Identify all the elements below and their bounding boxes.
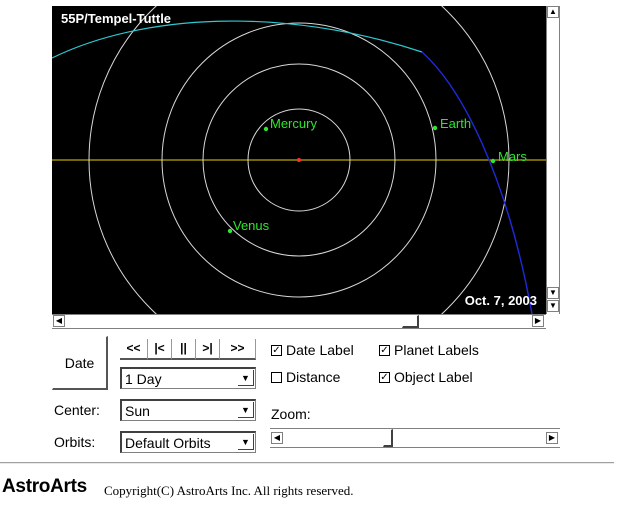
object-label-checkbox-label: Object Label [394,369,473,385]
planet-label-earth: Earth [440,116,472,131]
zoom-slider-thumb[interactable] [383,429,393,447]
earth-dot [432,125,438,131]
object-title: 55P/Tempel-Tuttle [61,11,172,26]
mars-dot [490,158,496,164]
zoom-label: Zoom: [271,406,311,422]
date-label: Oct. 7, 2003 [464,293,537,308]
checkbox-unchecked-icon[interactable] [271,371,282,383]
footer-divider [0,462,614,464]
orbits-select[interactable]: Default Orbits ▼ [120,431,256,453]
step-forward-button[interactable]: >| [196,339,220,360]
checkbox-checked-icon[interactable]: ✓ [379,344,390,356]
zoom-slider[interactable]: ◀ ▶ [270,428,560,448]
center-select-value: Sun [125,403,150,419]
orbits-label: Orbits: [54,434,96,450]
comet-orbit-near [421,51,533,314]
pause-button[interactable]: || [172,339,196,360]
forward-fast-button[interactable]: >> [220,339,256,360]
rewind-fast-button[interactable]: << [120,339,148,360]
sun-marker [297,158,301,162]
orbit-diagram [52,6,546,314]
astroarts-logo: AstroArts [2,476,87,497]
distance-checkbox-label: Distance [286,369,341,385]
zoom-right-arrow-icon[interactable]: ▶ [546,432,558,444]
orbits-select-value: Default Orbits [125,435,211,451]
vertical-scrollbar[interactable]: ▲ ▼ ▼ [546,6,560,314]
venus-dot [227,228,233,234]
orbit-view[interactable]: 55P/Tempel-Tuttle Mercury Earth Mars Ven… [52,6,546,314]
scroll-left-arrow-icon[interactable]: ◀ [53,315,65,327]
object-label-checkbox[interactable]: ✓ Object Label [379,369,473,385]
step-back-button[interactable]: |< [148,339,172,360]
planet-labels-checkbox-label: Planet Labels [394,342,479,358]
scroll-up-arrow-icon[interactable]: ▲ [547,6,559,18]
horizontal-scrollbar[interactable]: ◀ ▶ [52,314,546,329]
planet-labels-checkbox[interactable]: ✓ Planet Labels [379,342,479,358]
horizontal-scroll-thumb[interactable] [402,315,419,328]
scroll-right-arrow-icon[interactable]: ▶ [532,315,544,327]
chevron-down-icon[interactable]: ▼ [238,402,254,418]
step-select-value: 1 Day [125,371,162,387]
comet-orbit-far [52,20,423,59]
checkbox-checked-icon[interactable]: ✓ [271,344,282,356]
date-label-checkbox[interactable]: ✓ Date Label [271,342,354,358]
chevron-down-icon[interactable]: ▼ [238,434,254,450]
planet-label-mercury: Mercury [270,116,317,131]
center-select[interactable]: Sun ▼ [120,399,256,421]
distance-checkbox[interactable]: Distance [271,369,340,385]
scroll-down-end-arrow-icon[interactable]: ▼ [547,300,559,312]
zoom-left-arrow-icon[interactable]: ◀ [271,432,283,444]
chevron-down-icon[interactable]: ▼ [238,370,254,386]
center-label: Center: [54,402,100,418]
date-button[interactable]: Date [52,336,108,390]
checkbox-checked-icon[interactable]: ✓ [379,371,390,383]
planet-label-venus: Venus [233,218,270,233]
scroll-down-arrow-icon[interactable]: ▼ [547,287,559,299]
planet-label-mars: Mars [498,149,527,164]
step-select[interactable]: 1 Day ▼ [120,367,256,389]
copyright-text: Copyright(C) AstroArts Inc. All rights r… [104,483,354,498]
date-label-checkbox-label: Date Label [286,342,354,358]
mercury-dot [263,126,269,132]
